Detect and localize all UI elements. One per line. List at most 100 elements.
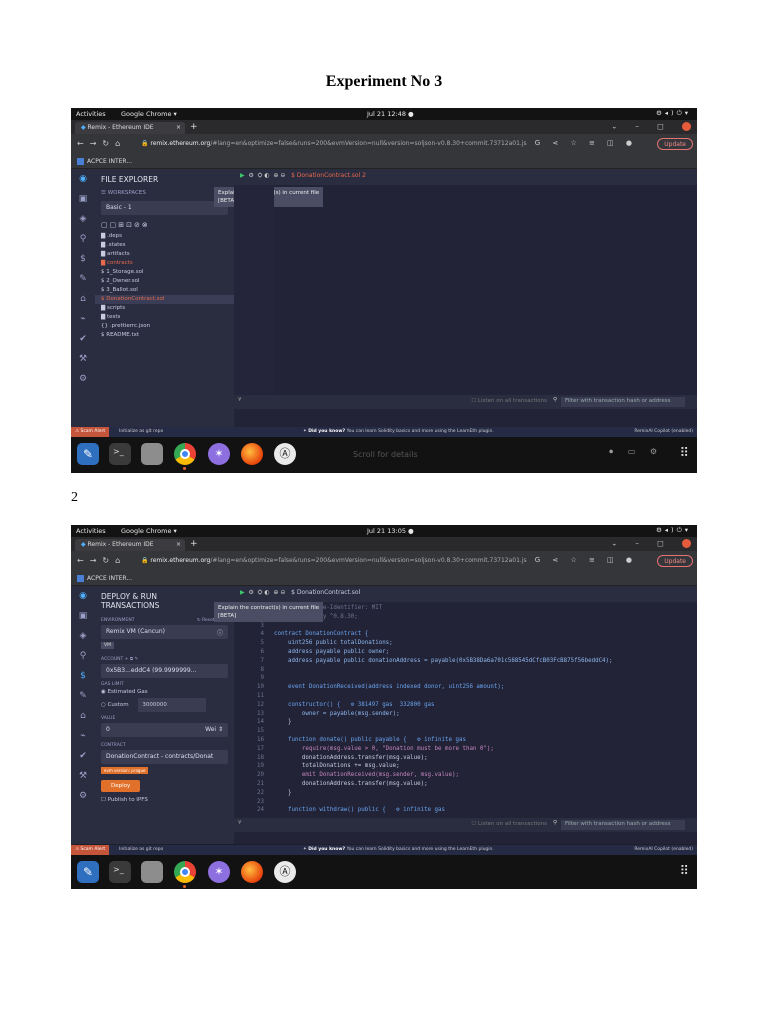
settings-icon[interactable]: ⚙ xyxy=(71,786,95,806)
git-init-link[interactable]: Initialize as git repo xyxy=(119,847,163,852)
scam-alert[interactable]: ⚠ Scam Alert xyxy=(71,845,110,855)
address-bar[interactable]: 🔒 remix.ethereum.org/#lang=en&optimize=f… xyxy=(141,140,527,147)
new-tab-button[interactable]: + xyxy=(190,539,198,549)
new-tab-button[interactable]: + xyxy=(190,122,198,132)
window-controls[interactable]: ⌄ – □ xyxy=(611,539,691,548)
listen-checkbox[interactable]: ☐ Listen on all transactions xyxy=(471,821,547,827)
value-input[interactable]: 0 Wei ⇕ xyxy=(101,723,228,737)
transaction-filter-input[interactable]: Filter with transaction hash or address xyxy=(561,397,685,407)
chrome-icon[interactable] xyxy=(174,443,196,465)
dock-tray-icons[interactable]: ⏺ ▭ ⚙ xyxy=(609,447,663,457)
update-button[interactable]: Update xyxy=(657,555,693,567)
value-unit-select[interactable]: Wei ⇕ xyxy=(205,726,223,733)
verify-icon[interactable]: ✔ xyxy=(71,329,95,349)
nav-buttons[interactable]: ←→↻⌂ xyxy=(77,556,126,565)
system-tray-icons[interactable]: ⚙◂)⏻▾ xyxy=(656,526,691,535)
transaction-filter-input[interactable]: Filter with transaction hash or address xyxy=(561,820,685,830)
git-init-link[interactable]: Initialize as git repo xyxy=(119,429,163,434)
close-tab-icon[interactable]: × xyxy=(176,124,181,131)
activities-button[interactable]: Activities xyxy=(76,527,106,535)
run-icon[interactable]: ▶ xyxy=(240,172,245,179)
activities-button[interactable]: Activities xyxy=(76,110,106,118)
contract-select[interactable]: DonationContract - contracts/Donat xyxy=(101,750,228,764)
app-menu[interactable]: Google Chrome ▾ xyxy=(121,527,177,535)
update-button[interactable]: Update xyxy=(657,138,693,150)
remix-home-icon[interactable]: ◉ xyxy=(71,586,95,606)
analysis-icon[interactable]: ⌁ xyxy=(71,726,95,746)
compiler-icon[interactable]: ◈ xyxy=(71,209,95,229)
file-tree-item[interactable]: ▇ .deps xyxy=(95,232,234,241)
files-icon[interactable] xyxy=(141,861,163,883)
bookmark-item[interactable]: ACPCE INTER... xyxy=(77,158,132,165)
listen-checkbox[interactable]: ☐ Listen on all transactions xyxy=(471,398,547,404)
show-apps-icon[interactable]: ⠿ xyxy=(679,864,689,879)
close-window-icon[interactable] xyxy=(682,539,691,548)
anchor-icon[interactable]: Ⓐ xyxy=(274,861,296,883)
remix-desktop-icon[interactable]: ✶ xyxy=(208,861,230,883)
terminal-toggle-icon[interactable]: ¥ xyxy=(238,397,242,403)
show-apps-icon[interactable]: ⠿ xyxy=(679,446,689,461)
copilot-status[interactable]: RemixAI Copilot (enabled) xyxy=(634,847,693,852)
app-menu[interactable]: Google Chrome ▾ xyxy=(121,110,177,118)
settings-icon[interactable]: ⚙ xyxy=(71,369,95,389)
search-icon[interactable]: ⚲ xyxy=(71,229,95,249)
estimated-gas-radio[interactable]: ◉ Estimated Gas xyxy=(101,689,228,695)
terminal-toggle-icon[interactable]: ¥ xyxy=(238,820,242,826)
plugin-manager-icon[interactable]: ⚒ xyxy=(71,349,95,369)
vscode-icon[interactable]: ✎ xyxy=(77,861,99,883)
files-icon[interactable] xyxy=(141,443,163,465)
analysis-icon[interactable]: ⌁ xyxy=(71,309,95,329)
account-select[interactable]: 0x5B3...eddC4 (99.9999999... xyxy=(101,664,228,678)
file-tree-item[interactable]: ▇ .states xyxy=(95,241,234,250)
file-explorer-icon[interactable]: ▣ xyxy=(71,189,95,209)
terminal-icon[interactable]: >_ xyxy=(109,861,131,883)
remix-home-icon[interactable]: ◉ xyxy=(71,169,95,189)
plugin-icon[interactable]: ⌂ xyxy=(71,289,95,309)
deploy-icon[interactable]: $ xyxy=(71,249,95,269)
copilot-status[interactable]: RemixAI Copilot (enabled) xyxy=(634,429,693,434)
browser-action-icons[interactable]: G ⋖ ☆ ≡ ◫ ● xyxy=(535,139,637,147)
browser-tab[interactable]: ◆ Remix - Ethereum IDE × xyxy=(75,539,185,551)
remix-desktop-icon[interactable]: ✶ xyxy=(208,443,230,465)
clock[interactable]: Jul 21 13:05 ● xyxy=(367,527,414,535)
clock[interactable]: Jul 21 12:48 ● xyxy=(367,110,414,118)
verify-icon[interactable]: ✔ xyxy=(71,746,95,766)
file-tree-item[interactable]: $ 3_Ballot.sol xyxy=(95,286,234,295)
editor-file-tab[interactable]: $ DonationContract.sol xyxy=(291,589,360,596)
deploy-button[interactable]: Deploy xyxy=(101,780,141,792)
window-controls[interactable]: ⌄ – □ xyxy=(611,122,691,131)
browser-action-icons[interactable]: G ⋖ ☆ ≡ ◫ ● xyxy=(535,556,637,564)
gas-limit-input[interactable]: 3000000 xyxy=(138,698,207,712)
custom-gas-radio[interactable]: ○ Custom 3000000 xyxy=(101,698,228,712)
bookmark-item[interactable]: ACPCE INTER... xyxy=(77,575,132,582)
file-tree-item[interactable]: ▇ contracts xyxy=(95,259,234,268)
publish-ipfs-checkbox[interactable]: ☐ Publish to IPFS xyxy=(101,797,228,803)
debugger-icon[interactable]: ✎ xyxy=(71,686,95,706)
terminal-icon[interactable]: >_ xyxy=(109,443,131,465)
search-icon[interactable]: ⚲ xyxy=(71,646,95,666)
vscode-icon[interactable]: ✎ xyxy=(77,443,99,465)
plugin-icon[interactable]: ⌂ xyxy=(71,706,95,726)
browser-tab[interactable]: ◆ Remix - Ethereum IDE × xyxy=(75,122,185,134)
file-tree-item[interactable]: ▇ tests xyxy=(95,313,234,322)
anchor-icon[interactable]: Ⓐ xyxy=(274,443,296,465)
firefox-icon[interactable] xyxy=(241,443,263,465)
compiler-icon[interactable]: ◈ xyxy=(71,626,95,646)
run-icon[interactable]: ▶ xyxy=(240,589,245,596)
file-tree-item[interactable]: ▇ artifacts xyxy=(95,250,234,259)
close-window-icon[interactable] xyxy=(682,122,691,131)
nav-buttons[interactable]: ←→↻⌂ xyxy=(77,139,126,148)
firefox-icon[interactable] xyxy=(241,861,263,883)
file-tree-item[interactable]: $ README.txt xyxy=(95,331,234,340)
file-tree-item[interactable]: {} .prettierrc.json xyxy=(95,322,234,331)
file-tree-item[interactable]: ▇ scripts xyxy=(95,304,234,313)
deploy-icon[interactable]: $ xyxy=(71,666,95,686)
close-tab-icon[interactable]: × xyxy=(176,541,181,548)
environment-select[interactable]: Remix VM (Cancun) ⓘ xyxy=(101,625,228,639)
editor-file-tab[interactable]: $ DonationContract.sol 2 xyxy=(291,172,366,179)
file-tree-item[interactable]: $ DonationContract.sol xyxy=(95,295,234,304)
debugger-icon[interactable]: ✎ xyxy=(71,269,95,289)
file-explorer-icon[interactable]: ▣ xyxy=(71,606,95,626)
explorer-actions[interactable]: ▢▢⊞⊡⊘⊗ xyxy=(95,215,234,232)
address-bar[interactable]: 🔒 remix.ethereum.org/#lang=en&optimize=f… xyxy=(141,557,527,564)
